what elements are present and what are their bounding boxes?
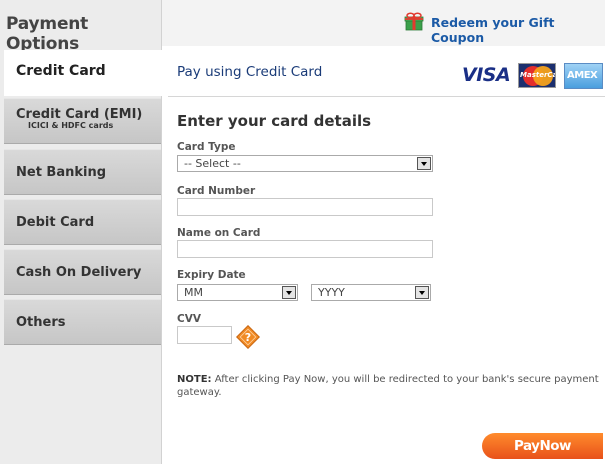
note-prefix: NOTE: bbox=[177, 374, 212, 385]
sidebar-item-label: Debit Card bbox=[16, 215, 95, 230]
divider bbox=[168, 96, 605, 97]
name-on-card-field[interactable] bbox=[177, 240, 433, 258]
expiry-year-select[interactable]: YYYY bbox=[311, 284, 431, 301]
card-number-field[interactable] bbox=[177, 198, 433, 216]
card-type-label: Card Type bbox=[177, 141, 236, 153]
sidebar-item-cash-on-delivery[interactable]: Cash On Delivery bbox=[4, 249, 161, 295]
sidebar-item-others[interactable]: Others bbox=[4, 299, 161, 345]
sidebar-item-sublabel: ICICI & HDFC cards bbox=[28, 121, 114, 130]
amex-logo: AMEX bbox=[564, 63, 603, 89]
expiry-month-value: MM bbox=[184, 286, 203, 299]
expiry-month-select[interactable]: MM bbox=[177, 284, 298, 301]
cvv-field[interactable] bbox=[177, 326, 232, 344]
name-on-card-label: Name on Card bbox=[177, 227, 261, 239]
sidebar-title: Payment Options bbox=[6, 14, 89, 54]
sidebar-item-debit-card[interactable]: Debit Card bbox=[4, 199, 161, 245]
redirect-note: NOTE: After clicking Pay Now, you will b… bbox=[177, 373, 602, 399]
mastercard-logo: MasterCard bbox=[518, 63, 556, 88]
sidebar-item-label: Others bbox=[16, 315, 66, 330]
chevron-down-icon[interactable] bbox=[417, 157, 431, 170]
svg-text:?: ? bbox=[245, 331, 251, 344]
chevron-down-icon[interactable] bbox=[282, 286, 296, 299]
card-type-value: -- Select -- bbox=[184, 157, 241, 170]
sidebar-item-label: Credit Card (EMI) bbox=[16, 107, 143, 122]
sidebar-item-net-banking[interactable]: Net Banking bbox=[4, 149, 161, 195]
sidebar-item-label: Cash On Delivery bbox=[16, 265, 142, 280]
sidebar-item-label: Net Banking bbox=[16, 165, 107, 180]
sidebar-item-label: Credit Card bbox=[16, 63, 106, 79]
gift-icon[interactable] bbox=[404, 11, 424, 31]
note-text: After clicking Pay Now, you will be redi… bbox=[177, 374, 599, 398]
form-heading: Enter your card details bbox=[177, 112, 372, 130]
pay-now-button[interactable]: PayNow bbox=[482, 433, 603, 459]
expiry-date-label: Expiry Date bbox=[177, 269, 246, 281]
amex-logo-text: AMEX bbox=[567, 70, 598, 81]
cvv-label: CVV bbox=[177, 313, 201, 325]
chevron-down-icon[interactable] bbox=[415, 286, 429, 299]
visa-logo: VISA bbox=[462, 64, 511, 86]
card-type-select[interactable]: -- Select -- bbox=[177, 155, 433, 172]
payment-options-sidebar: Payment Options Credit Card Credit Card … bbox=[0, 0, 162, 464]
redeem-gift-coupon-link[interactable]: Redeem your Gift Coupon bbox=[431, 15, 605, 45]
card-number-label: Card Number bbox=[177, 185, 256, 197]
mastercard-logo-text: MasterCard bbox=[520, 71, 555, 79]
help-icon[interactable]: ? bbox=[236, 325, 260, 349]
panel-title: Pay using Credit Card bbox=[177, 64, 323, 80]
expiry-year-value: YYYY bbox=[318, 286, 345, 299]
sidebar-item-credit-card-emi[interactable]: Credit Card (EMI) ICICI & HDFC cards bbox=[4, 98, 161, 144]
sidebar-item-credit-card[interactable]: Credit Card bbox=[4, 50, 162, 96]
